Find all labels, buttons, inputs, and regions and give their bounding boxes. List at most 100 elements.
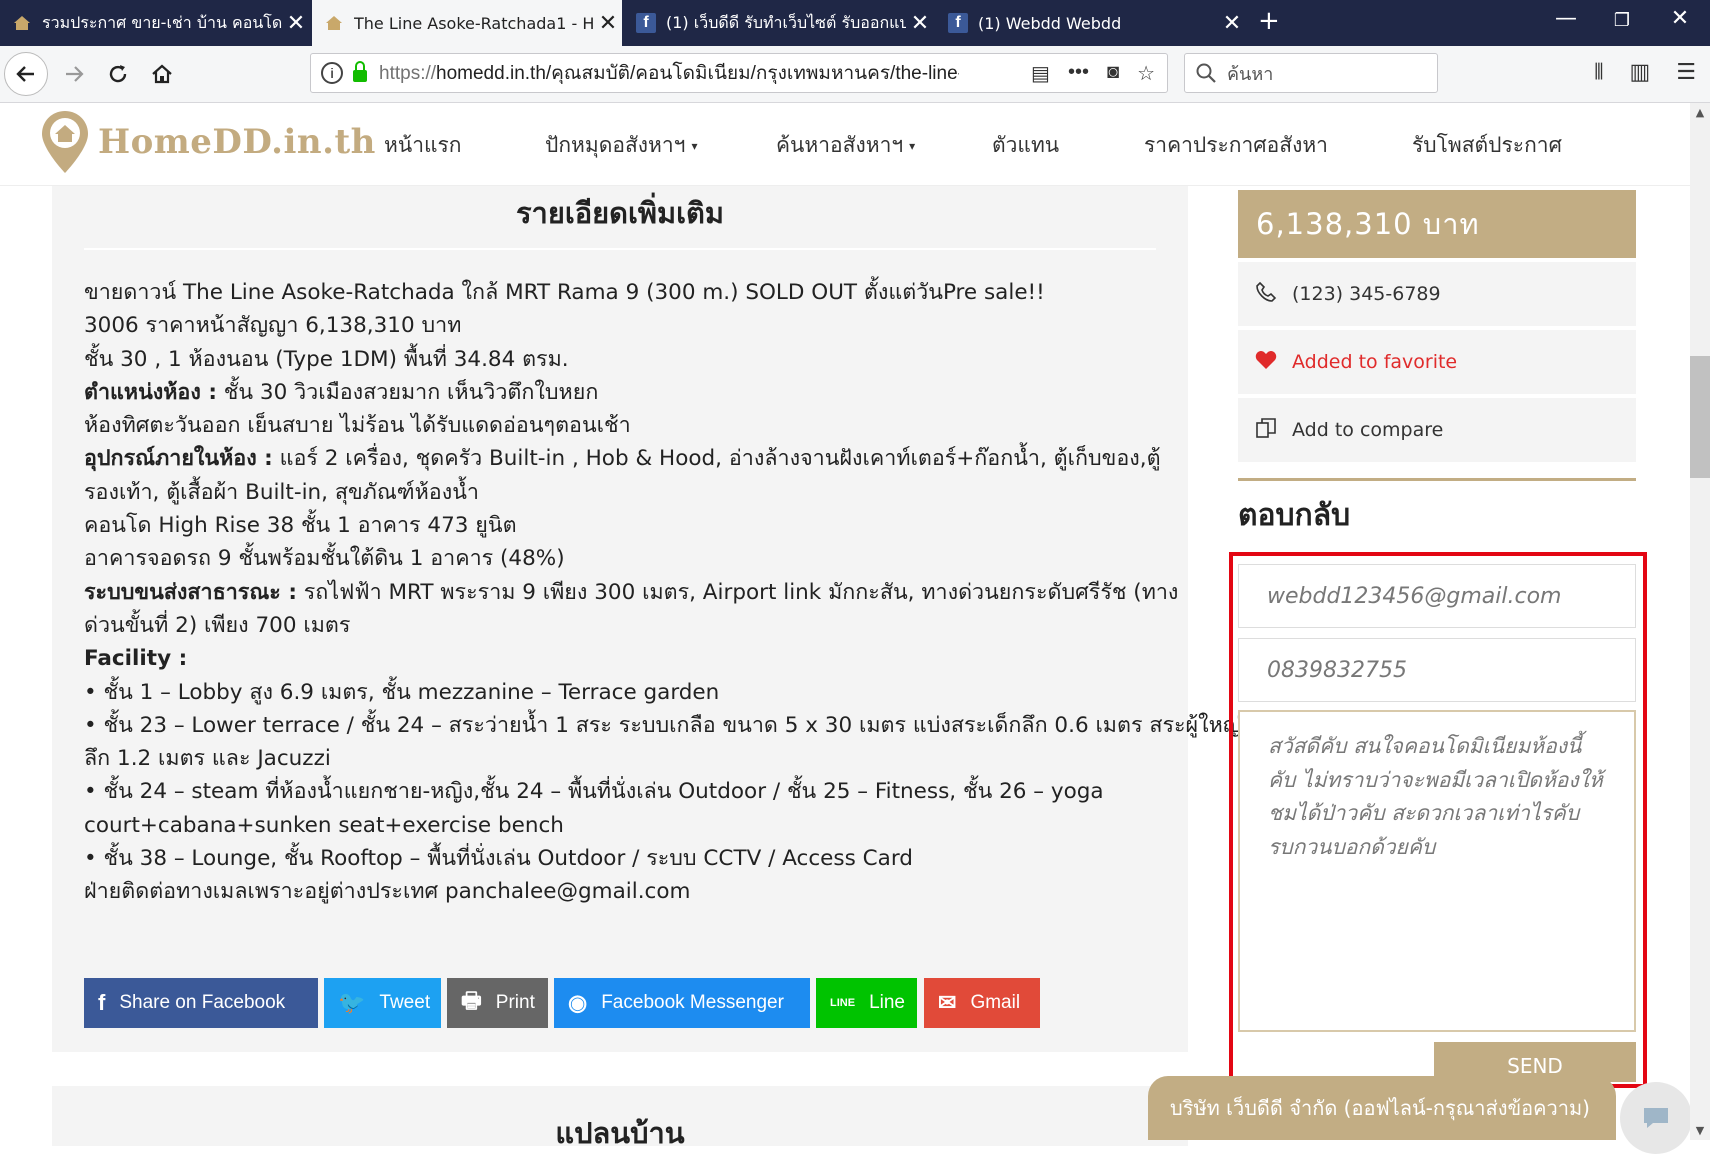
chat-widget-bar[interactable]: บริษัท เว็บดีดี จำกัด (ออฟไลน์-กรุณาส่งข…: [1148, 1076, 1616, 1140]
minimize-window-icon[interactable]: —: [1546, 6, 1586, 31]
hamburger-menu-icon[interactable]: ☰: [1676, 60, 1696, 85]
menu-home[interactable]: หน้าแรก: [384, 129, 462, 162]
browser-tab-4[interactable]: f (1) Webdd Webdd ✕: [936, 0, 1246, 46]
close-tab-icon[interactable]: ✕: [594, 11, 622, 36]
new-tab-button[interactable]: +: [1258, 6, 1280, 36]
menu-agents[interactable]: ตัวแทน: [992, 129, 1059, 162]
description-text: • ชั้น 24 – steam ที่ห้องน้ำแยกชาย-หญิง,…: [84, 779, 1104, 805]
forward-arrow-icon[interactable]: [54, 54, 94, 94]
page-scrollbar[interactable]: [1690, 103, 1710, 1140]
url-text[interactable]: https://homedd.in.th/คุณสมบัติ/คอนโดมิเน…: [379, 58, 959, 88]
browser-tab-1[interactable]: รวมประกาศ ขาย-เช่า บ้าน คอนโด ✕: [0, 0, 310, 46]
scroll-up-arrow-icon[interactable]: ▲: [1690, 106, 1710, 119]
heart-icon: [1254, 350, 1278, 375]
line-share-button[interactable]: LINE Line: [816, 978, 917, 1028]
description-text: ด่วนขั้นที่ 2) เพียง 700 เมตร: [84, 612, 351, 638]
more-actions-icon[interactable]: •••: [1068, 61, 1089, 86]
compare-button[interactable]: Add to compare: [1238, 398, 1636, 462]
menu-post-listing[interactable]: รับโพสต์ประกาศ: [1412, 129, 1562, 162]
description-text: รถไฟฟ้า MRT พระราม 9 เพียง 300 เมตร, Air…: [296, 579, 1179, 605]
description-text: court+cabana+sunken seat+exercise bench: [84, 812, 564, 838]
home-icon[interactable]: [142, 54, 182, 94]
search-placeholder: ค้นหา: [1227, 63, 1274, 85]
description-line: อุปกรณ์ภายในห้อง : แอร์ 2 เครื่อง, ชุดคร…: [84, 442, 1164, 475]
description-label: อุปกรณ์ภายในห้อง :: [84, 446, 273, 472]
chat-bubble-icon[interactable]: [1620, 1082, 1692, 1154]
phone-number: (123) 345-6789: [1292, 283, 1441, 305]
menu-label: ปักหมุดอสังหาฯ: [545, 133, 686, 157]
close-tab-icon[interactable]: ✕: [906, 11, 934, 36]
menu-label: ตัวแทน: [992, 133, 1060, 157]
back-arrow-icon[interactable]: [4, 52, 48, 96]
site-header: HomeDD.in.th หน้าแรก ปักหมุดอสังหาฯ ▾ ค้น…: [0, 103, 1690, 186]
favorite-button[interactable]: Added to favorite: [1238, 330, 1636, 394]
messenger-share-button[interactable]: ◉ Facebook Messenger: [554, 978, 810, 1028]
scroll-down-arrow-icon[interactable]: ▼: [1690, 1124, 1710, 1137]
navigation-toolbar: i https://homedd.in.th/คุณสมบัติ/คอนโดมิ…: [0, 46, 1710, 103]
description-text: • ชั้น 23 – Lower terrace / ชั้น 24 – สร…: [84, 712, 1242, 738]
browser-tab-3[interactable]: f (1) เว็บดีดี รับทำเว็บไซต์ รับออกแบบ ✕: [624, 0, 934, 46]
title-divider: [84, 248, 1156, 250]
description-line: court+cabana+sunken seat+exercise bench: [84, 809, 1164, 842]
site-info-icon[interactable]: i: [321, 62, 343, 84]
brand-name: HomeDD.in.th: [98, 122, 376, 162]
favorite-label: Added to favorite: [1292, 351, 1458, 373]
facebook-favicon: f: [948, 13, 968, 33]
close-tab-icon[interactable]: ✕: [1218, 11, 1246, 36]
description-line: ด่วนขั้นที่ 2) เพียง 700 เมตร: [84, 609, 1164, 642]
menu-search-property[interactable]: ค้นหาอสังหาฯ ▾: [776, 129, 915, 162]
close-window-icon[interactable]: ✕: [1660, 6, 1700, 31]
printer-share-button[interactable]: 🖶 Print: [447, 978, 548, 1028]
browser-tab-strip: รวมประกาศ ขาย-เช่า บ้าน คอนโด ✕ The Line…: [0, 0, 1710, 46]
description-text: แอร์ 2 เครื่อง, ชุดครัว Built-in , Hob &…: [272, 446, 1161, 472]
description-line: ลึก 1.2 เมตร และ Jacuzzi: [84, 742, 1164, 775]
home-favicon: [12, 13, 32, 33]
highlight-box: [1229, 552, 1647, 1088]
share-button-label: Share on Facebook: [119, 992, 286, 1013]
facebook-icon: f: [98, 990, 106, 1015]
description-line: Facility :: [84, 642, 1164, 675]
description-text: • ชั้น 1 – Lobby สูง 6.9 เมตร, ชั้น mezz…: [84, 679, 720, 705]
menu-prices[interactable]: ราคาประกาศอสังหา: [1144, 129, 1328, 162]
tab-title: (1) เว็บดีดี รับทำเว็บไซต์ รับออกแบบ: [666, 12, 906, 32]
agent-phone[interactable]: (123) 345-6789: [1238, 262, 1636, 326]
description-label: ระบบขนส่งสาธารณะ :: [84, 579, 297, 605]
description-label: Facility :: [84, 646, 188, 672]
menu-label: รับโพสต์ประกาศ: [1412, 133, 1562, 157]
description-text: รองเท้า, ตู้เสื้อผ้า Built-in, สุขภัณฑ์ห…: [84, 479, 479, 505]
description-text: ลึก 1.2 เมตร และ Jacuzzi: [84, 746, 331, 772]
home-favicon: [324, 13, 344, 33]
lock-icon[interactable]: [353, 61, 367, 82]
reader-view-icon[interactable]: ▤: [1031, 61, 1050, 86]
site-logo[interactable]: HomeDD.in.th: [40, 109, 376, 175]
address-bar[interactable]: i https://homedd.in.th/คุณสมบัติ/คอนโดมิ…: [310, 53, 1168, 93]
tab-title: (1) Webdd Webdd: [978, 13, 1122, 33]
close-tab-icon[interactable]: ✕: [282, 11, 310, 36]
scrollbar-thumb[interactable]: [1690, 356, 1710, 478]
twitter-share-button[interactable]: 🐦 Tweet: [324, 978, 441, 1028]
reload-icon[interactable]: [98, 54, 138, 94]
price-box: 6,138,310 บาท: [1238, 190, 1636, 258]
description-line: • ชั้น 23 – Lower terrace / ชั้น 24 – สร…: [84, 709, 1241, 742]
description-line: คอนโด High Rise 38 ชั้น 1 อาคาร 473 ยูนิ…: [84, 509, 1164, 542]
facebook-share-button[interactable]: f Share on Facebook: [84, 978, 318, 1028]
restore-window-icon[interactable]: ❐: [1602, 10, 1642, 31]
floorplan-title: แปลนบ้าน: [555, 1116, 685, 1150]
browser-search-box[interactable]: ค้นหา: [1184, 53, 1438, 93]
compare-label: Add to compare: [1292, 419, 1444, 441]
browser-tab-2[interactable]: The Line Asoke-Ratchada1 - Ho ✕: [312, 0, 622, 46]
url-protocol: https://: [379, 63, 437, 84]
pocket-icon[interactable]: ◙: [1107, 61, 1119, 86]
library-icon[interactable]: ⫴: [1594, 60, 1603, 85]
property-description: ขายดาวน์ The Line Asoke-Ratchada ใกล้ MR…: [84, 276, 1241, 909]
menu-pin-property[interactable]: ปักหมุดอสังหาฯ ▾: [545, 129, 698, 162]
description-line: ขายดาวน์ The Line Asoke-Ratchada ใกล้ MR…: [84, 276, 1164, 309]
chevron-down-icon: ▾: [691, 139, 698, 153]
description-line: รองเท้า, ตู้เสื้อผ้า Built-in, สุขภัณฑ์ห…: [84, 476, 1164, 509]
mail-share-button[interactable]: ✉ Gmail: [924, 978, 1040, 1028]
sidebar-toggle-icon[interactable]: ▥: [1629, 60, 1650, 85]
twitter-icon: 🐦: [338, 990, 366, 1015]
description-line: 3006 ราคาหน้าสัญญา 6,138,310 บาท: [84, 309, 1164, 342]
tab-title: รวมประกาศ ขาย-เช่า บ้าน คอนโด: [42, 12, 282, 32]
bookmark-star-icon[interactable]: ☆: [1137, 61, 1155, 86]
